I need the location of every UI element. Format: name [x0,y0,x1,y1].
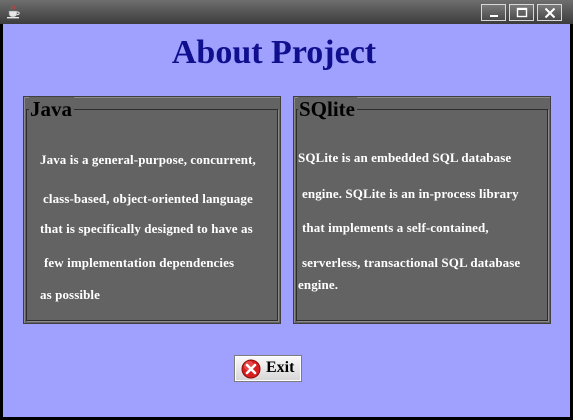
java-text-line: few implementation dependencies [44,255,235,270]
page-title: About Project [171,34,377,71]
maximize-button[interactable] [509,4,534,21]
close-icon [544,7,556,19]
java-panel-title: Java [29,97,74,121]
java-text-line: that is specifically designed to have as [40,221,253,236]
title-bar[interactable] [0,0,573,24]
minimize-icon [490,15,498,17]
content-area: About Project Java Java is a general-pur… [3,24,570,417]
minimize-button[interactable] [481,4,506,21]
java-panel: Java Java is a general-purpose, concurre… [23,96,281,324]
sqlite-panel: SQlite SQLite is an embedded SQL databas… [293,96,551,324]
exit-button-label: Exit [266,359,295,376]
exit-button[interactable]: Exit [234,355,302,382]
sqlite-text-line: serverless, transactional SQL database [302,255,521,270]
error-x-icon [241,359,261,379]
maximize-icon [516,7,528,18]
sqlite-text-line: that implements a self-contained, [302,220,489,235]
sqlite-text-line: engine. [298,277,339,292]
java-text-line: class-based, object-oriented language [43,191,253,206]
sqlite-panel-title: SQlite [298,97,357,121]
java-text-line: as possible [40,287,100,302]
app-window: About Project Java Java is a general-pur… [0,0,573,420]
close-button[interactable] [537,4,562,21]
sqlite-text-line: engine. SQLite is an in-process library [302,186,519,201]
java-text-line: Java is a general-purpose, concurrent, [40,152,256,167]
sqlite-text-line: SQLite is an embedded SQL database [298,150,512,165]
java-cup-icon [6,5,22,19]
